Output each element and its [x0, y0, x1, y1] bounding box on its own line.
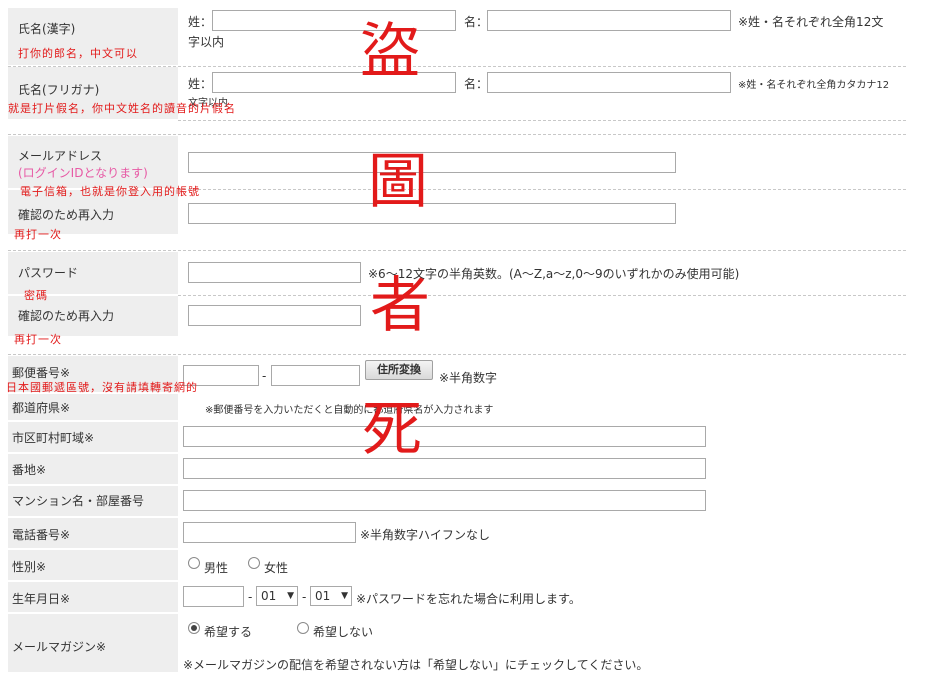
name-kanji-label: 氏名(漢字) — [18, 22, 76, 36]
annotation-email-confirm: 再打一次 — [14, 228, 62, 241]
address-convert-button[interactable]: 住所変換 — [365, 360, 433, 380]
prefecture-label: 都道府県※ — [12, 401, 71, 415]
newsletter-no-radio[interactable] — [297, 622, 309, 634]
watermark-char-4: 死 — [362, 395, 422, 465]
city-input[interactable] — [183, 426, 706, 447]
annotation-postal: 日本國郵遞區號，沒有請填轉寄網的 — [6, 381, 198, 394]
watermark-char-1: 盜 — [360, 17, 420, 87]
annotation-password: 密碼 — [24, 289, 48, 302]
phone-input[interactable] — [183, 522, 356, 543]
separator — [8, 66, 906, 67]
name-kana-sei-label: 姓： — [188, 77, 213, 91]
separator — [178, 295, 906, 296]
prefecture-note: ※郵便番号を入力いただくと自動的に都道府県名が入力されます — [205, 405, 494, 416]
newsletter-yes-radio[interactable] — [188, 622, 200, 634]
postal-second-input[interactable] — [271, 365, 360, 386]
gender-label: 性別※ — [12, 560, 47, 574]
gender-male-radio[interactable] — [188, 557, 200, 569]
name-kanji-note: ※姓・名それぞれ全角12文 — [738, 15, 884, 29]
birth-month-select[interactable]: 01 ▼ — [256, 586, 298, 606]
chevron-down-icon: ▼ — [341, 591, 348, 601]
mansion-label: マンション名・部屋番号 — [12, 494, 145, 508]
annotation-password-confirm: 再打一次 — [14, 333, 62, 346]
watermark-char-2: 圖 — [368, 147, 428, 217]
newsletter-yes-label: 希望する — [204, 625, 253, 639]
email-sublabel: (ログインIDとなります) — [18, 166, 148, 180]
birthday-label: 生年月日※ — [12, 592, 71, 606]
name-kana-note: ※姓・名それぞれ全角カタカナ12 — [738, 80, 890, 91]
phone-label: 電話番号※ — [12, 528, 71, 542]
name-kana-mei-input[interactable] — [487, 72, 731, 93]
annotation-email: 電子信箱，也就是你登入用的帳號 — [20, 185, 200, 198]
watermark-char-3: 者 — [370, 271, 430, 341]
phone-note: ※半角数字ハイフンなし — [360, 528, 491, 542]
newsletter-no-label: 希望しない — [313, 625, 374, 639]
annotation-name-kanji: 打你的郎名，中文可以 — [18, 47, 138, 60]
birth-day-select[interactable]: 01 ▼ — [310, 586, 352, 606]
banchi-input[interactable] — [183, 458, 706, 479]
birth-year-input[interactable] — [183, 586, 244, 607]
newsletter-label: メールマガジン※ — [12, 640, 107, 654]
password-label: パスワード — [18, 266, 79, 280]
postal-dash: - — [262, 369, 267, 383]
birthday-dash-1: - — [248, 590, 253, 604]
city-label: 市区町村町域※ — [12, 431, 95, 445]
email-confirm-input[interactable] — [188, 203, 676, 224]
annotation-name-kana: 就是打片假名，你中文姓名的讀音的片假名 — [8, 102, 236, 115]
separator — [8, 250, 906, 251]
banchi-label: 番地※ — [12, 463, 47, 477]
name-kana-label: 氏名(フリガナ) — [18, 83, 100, 97]
newsletter-note: ※メールマガジンの配信を希望されない方は「希望しない」にチェックしてください。 — [183, 658, 649, 672]
password-confirm-label: 確認のため再入力 — [18, 309, 115, 323]
separator — [8, 134, 906, 135]
password-input[interactable] — [188, 262, 361, 283]
chevron-down-icon: ▼ — [287, 591, 294, 601]
name-kanji-mei-input[interactable] — [487, 10, 731, 31]
birth-month-value: 01 — [261, 589, 277, 603]
name-kanji-mei-label: 名： — [464, 15, 489, 29]
separator — [8, 354, 906, 355]
password-confirm-input[interactable] — [188, 305, 361, 326]
email-input[interactable] — [188, 152, 676, 173]
birthday-dash-2: - — [302, 590, 307, 604]
mansion-input[interactable] — [183, 490, 706, 511]
gender-male-label: 男性 — [204, 561, 229, 575]
name-kanji-note-cont: 字以内 — [188, 35, 225, 49]
email-label: メールアドレス — [18, 149, 103, 163]
name-kana-mei-label: 名： — [464, 77, 489, 91]
separator — [178, 120, 906, 121]
postal-note: ※半角数字 — [439, 371, 498, 385]
gender-female-label: 女性 — [264, 561, 289, 575]
birthday-note: ※パスワードを忘れた場合に利用します。 — [356, 592, 581, 606]
gender-female-radio[interactable] — [248, 557, 260, 569]
email-confirm-label: 確認のため再入力 — [18, 208, 115, 222]
name-kanji-sei-label: 姓： — [188, 15, 213, 29]
birth-day-value: 01 — [315, 589, 331, 603]
separator — [178, 189, 906, 190]
